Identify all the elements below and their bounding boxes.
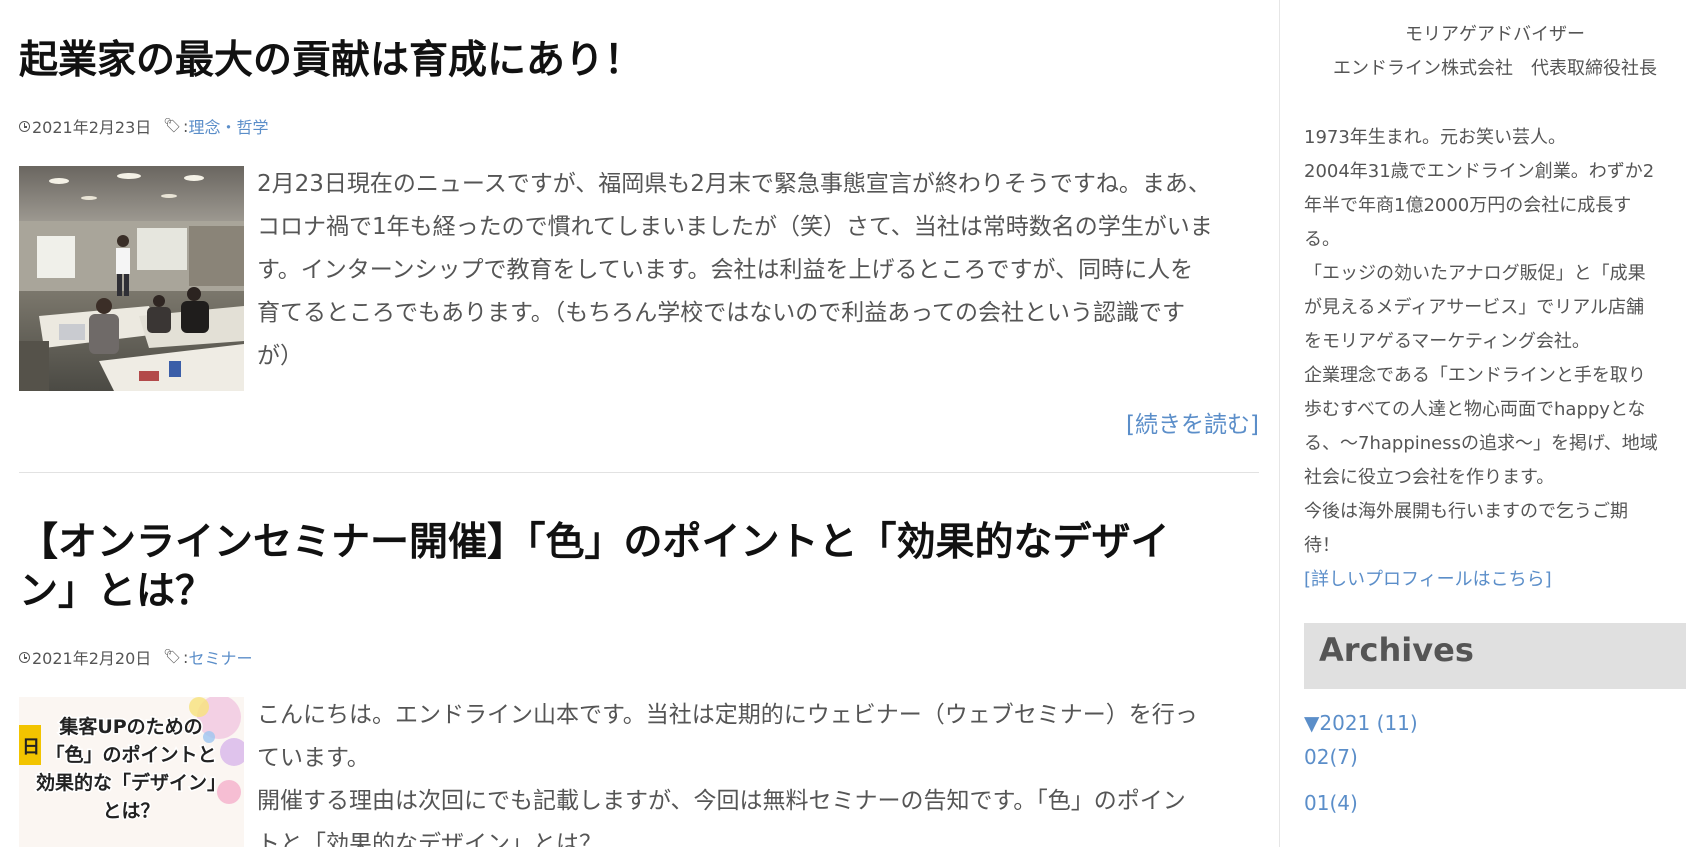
post-thumbnail[interactable]	[19, 166, 244, 391]
category-link[interactable]: セミナー	[188, 645, 252, 669]
excerpt-line: こんにちは。エンドライン山本です。当社は定期的にウェビナー（ウェブセミナー）を行…	[257, 702, 1198, 728]
clock-icon	[19, 651, 30, 663]
excerpt-line: ています。	[257, 745, 370, 771]
post-title[interactable]: 起業家の最大の貢献は育成にあり！	[19, 36, 1259, 85]
post-divider	[19, 472, 1259, 473]
bio-line: 待！	[1304, 535, 1340, 556]
archives-title: Archives	[1319, 631, 1474, 669]
archive-month-02[interactable]: 02(7)	[1304, 745, 1358, 769]
author-role: モリアゲアドバイザー	[1405, 24, 1585, 45]
bio-line: 今後は海外展開も行いますので乞うご期	[1304, 501, 1628, 522]
author-bio: 1973年生まれ。元お笑い芸人。 2004年31歳でエンドライン創業。わずか2 …	[1304, 121, 1686, 597]
excerpt-line: 開催する理由は次回にでも記載しますが、今回は無料セミナーの告知です。「色」のポイ…	[257, 788, 1186, 814]
sidebar-divider	[1279, 0, 1280, 847]
bio-line: る。	[1304, 229, 1340, 250]
post-excerpt: こんにちは。エンドライン山本です。当社は定期的にウェビナー（ウェブセミナー）を行…	[257, 694, 1262, 847]
post-date: 2021年2月23日	[32, 118, 152, 137]
page: 起業家の最大の貢献は育成にあり！ 2021年2月23日 🏷︎ : 理念・哲学 2…	[0, 0, 1701, 847]
flyer-text: 集客UPのための	[58, 715, 202, 738]
post-title-line: 【オンラインセミナー開催】「色」のポイントと「効果的なデザイ	[19, 520, 1170, 565]
bio-line: 社会に役立つ会社を作ります。	[1304, 467, 1555, 488]
bio-line: 1973年生まれ。元お笑い芸人。	[1304, 127, 1566, 148]
post-thumbnail[interactable]: 日 集客UPのための 「色」のポイントと 効果的な「デザイン」 とは？	[19, 697, 244, 847]
seminar-room-photo	[19, 166, 244, 391]
excerpt-line: が）	[257, 343, 303, 369]
post-meta: 2021年2月20日 🏷︎ : セミナー	[19, 645, 252, 669]
bio-line: が見えるメディアサービス」でリアル店舗	[1304, 297, 1645, 318]
seminar-flyer-image: 日 集客UPのための 「色」のポイントと 効果的な「デザイン」 とは？	[19, 697, 244, 847]
archive-month-link[interactable]: 02(7)	[1304, 745, 1358, 769]
post-meta: 2021年2月23日 🏷︎ : 理念・哲学	[19, 114, 268, 138]
bio-line: 年半で年商1億2000万円の会社に成長す	[1304, 195, 1632, 216]
excerpt-line: トと「効果的なデザイン」とは？	[257, 831, 602, 847]
bio-line: 歩むすべての人達と物心両面でhappyとな	[1304, 399, 1646, 420]
archive-month-link[interactable]: 01(4)	[1304, 791, 1358, 815]
post-excerpt: 2月23日現在のニュースですが、福岡県も2月末で緊急事態宣言が終わりそうですね。…	[257, 163, 1262, 378]
post-date: 2021年2月20日	[32, 649, 152, 668]
post-title[interactable]: 【オンラインセミナー開催】「色」のポイントと「効果的なデザイ ン」とは？	[19, 518, 1259, 616]
post-title-line: ン」とは？	[19, 569, 215, 614]
excerpt-line: 育てるところでもあります。（もちろん学校ではないので利益あっての会社という認識で…	[257, 300, 1186, 326]
bio-line: 企業理念である「エンドラインと手を取り	[1304, 365, 1646, 386]
excerpt-line: コロナ禍で1年も経ったので慣れてしまいましたが（笑）さて、当社は常時数名の学生が…	[257, 214, 1213, 240]
archives-header: Archives	[1304, 623, 1686, 689]
archive-year-link[interactable]: ▼2021 (11)	[1304, 711, 1418, 735]
flyer-text: とは？	[102, 800, 159, 822]
tag-icon: 🏷︎	[163, 649, 182, 665]
bio-line: る、～7happinessの追求～」を掲げ、地域	[1304, 433, 1658, 454]
read-more-link[interactable]: [続きを読む]	[1126, 405, 1259, 439]
excerpt-line: す。インターンシップで教育をしています。会社は利益を上げるところですが、同時に人…	[257, 257, 1194, 283]
flyer-text: 「色」のポイントと	[45, 743, 216, 766]
clock-icon	[19, 120, 30, 132]
flyer-side-mark: 日	[22, 737, 40, 758]
author-heading: モリアゲアドバイザー エンドライン株式会社 代表取締役社長	[1304, 18, 1686, 86]
tag-icon: 🏷︎	[163, 118, 182, 134]
excerpt-line: 2月23日現在のニュースですが、福岡県も2月末で緊急事態宣言が終わりそうですね。…	[257, 171, 1211, 197]
flyer-text: 効果的な「デザイン」	[36, 771, 226, 794]
bio-line: 2004年31歳でエンドライン創業。わずか2	[1304, 161, 1655, 182]
profile-link[interactable]: [詳しいプロフィールはこちら]	[1304, 569, 1552, 590]
archive-month-01[interactable]: 01(4)	[1304, 791, 1358, 815]
category-link[interactable]: 理念・哲学	[188, 114, 268, 138]
archive-year-2021[interactable]: ▼2021 (11)	[1304, 711, 1418, 735]
author-company-title: エンドライン株式会社 代表取締役社長	[1333, 58, 1657, 79]
bio-line: 「エッジの効いたアナログ販促」と「成果	[1304, 263, 1646, 284]
bio-line: をモリアゲるマーケティング会社。	[1304, 331, 1590, 352]
